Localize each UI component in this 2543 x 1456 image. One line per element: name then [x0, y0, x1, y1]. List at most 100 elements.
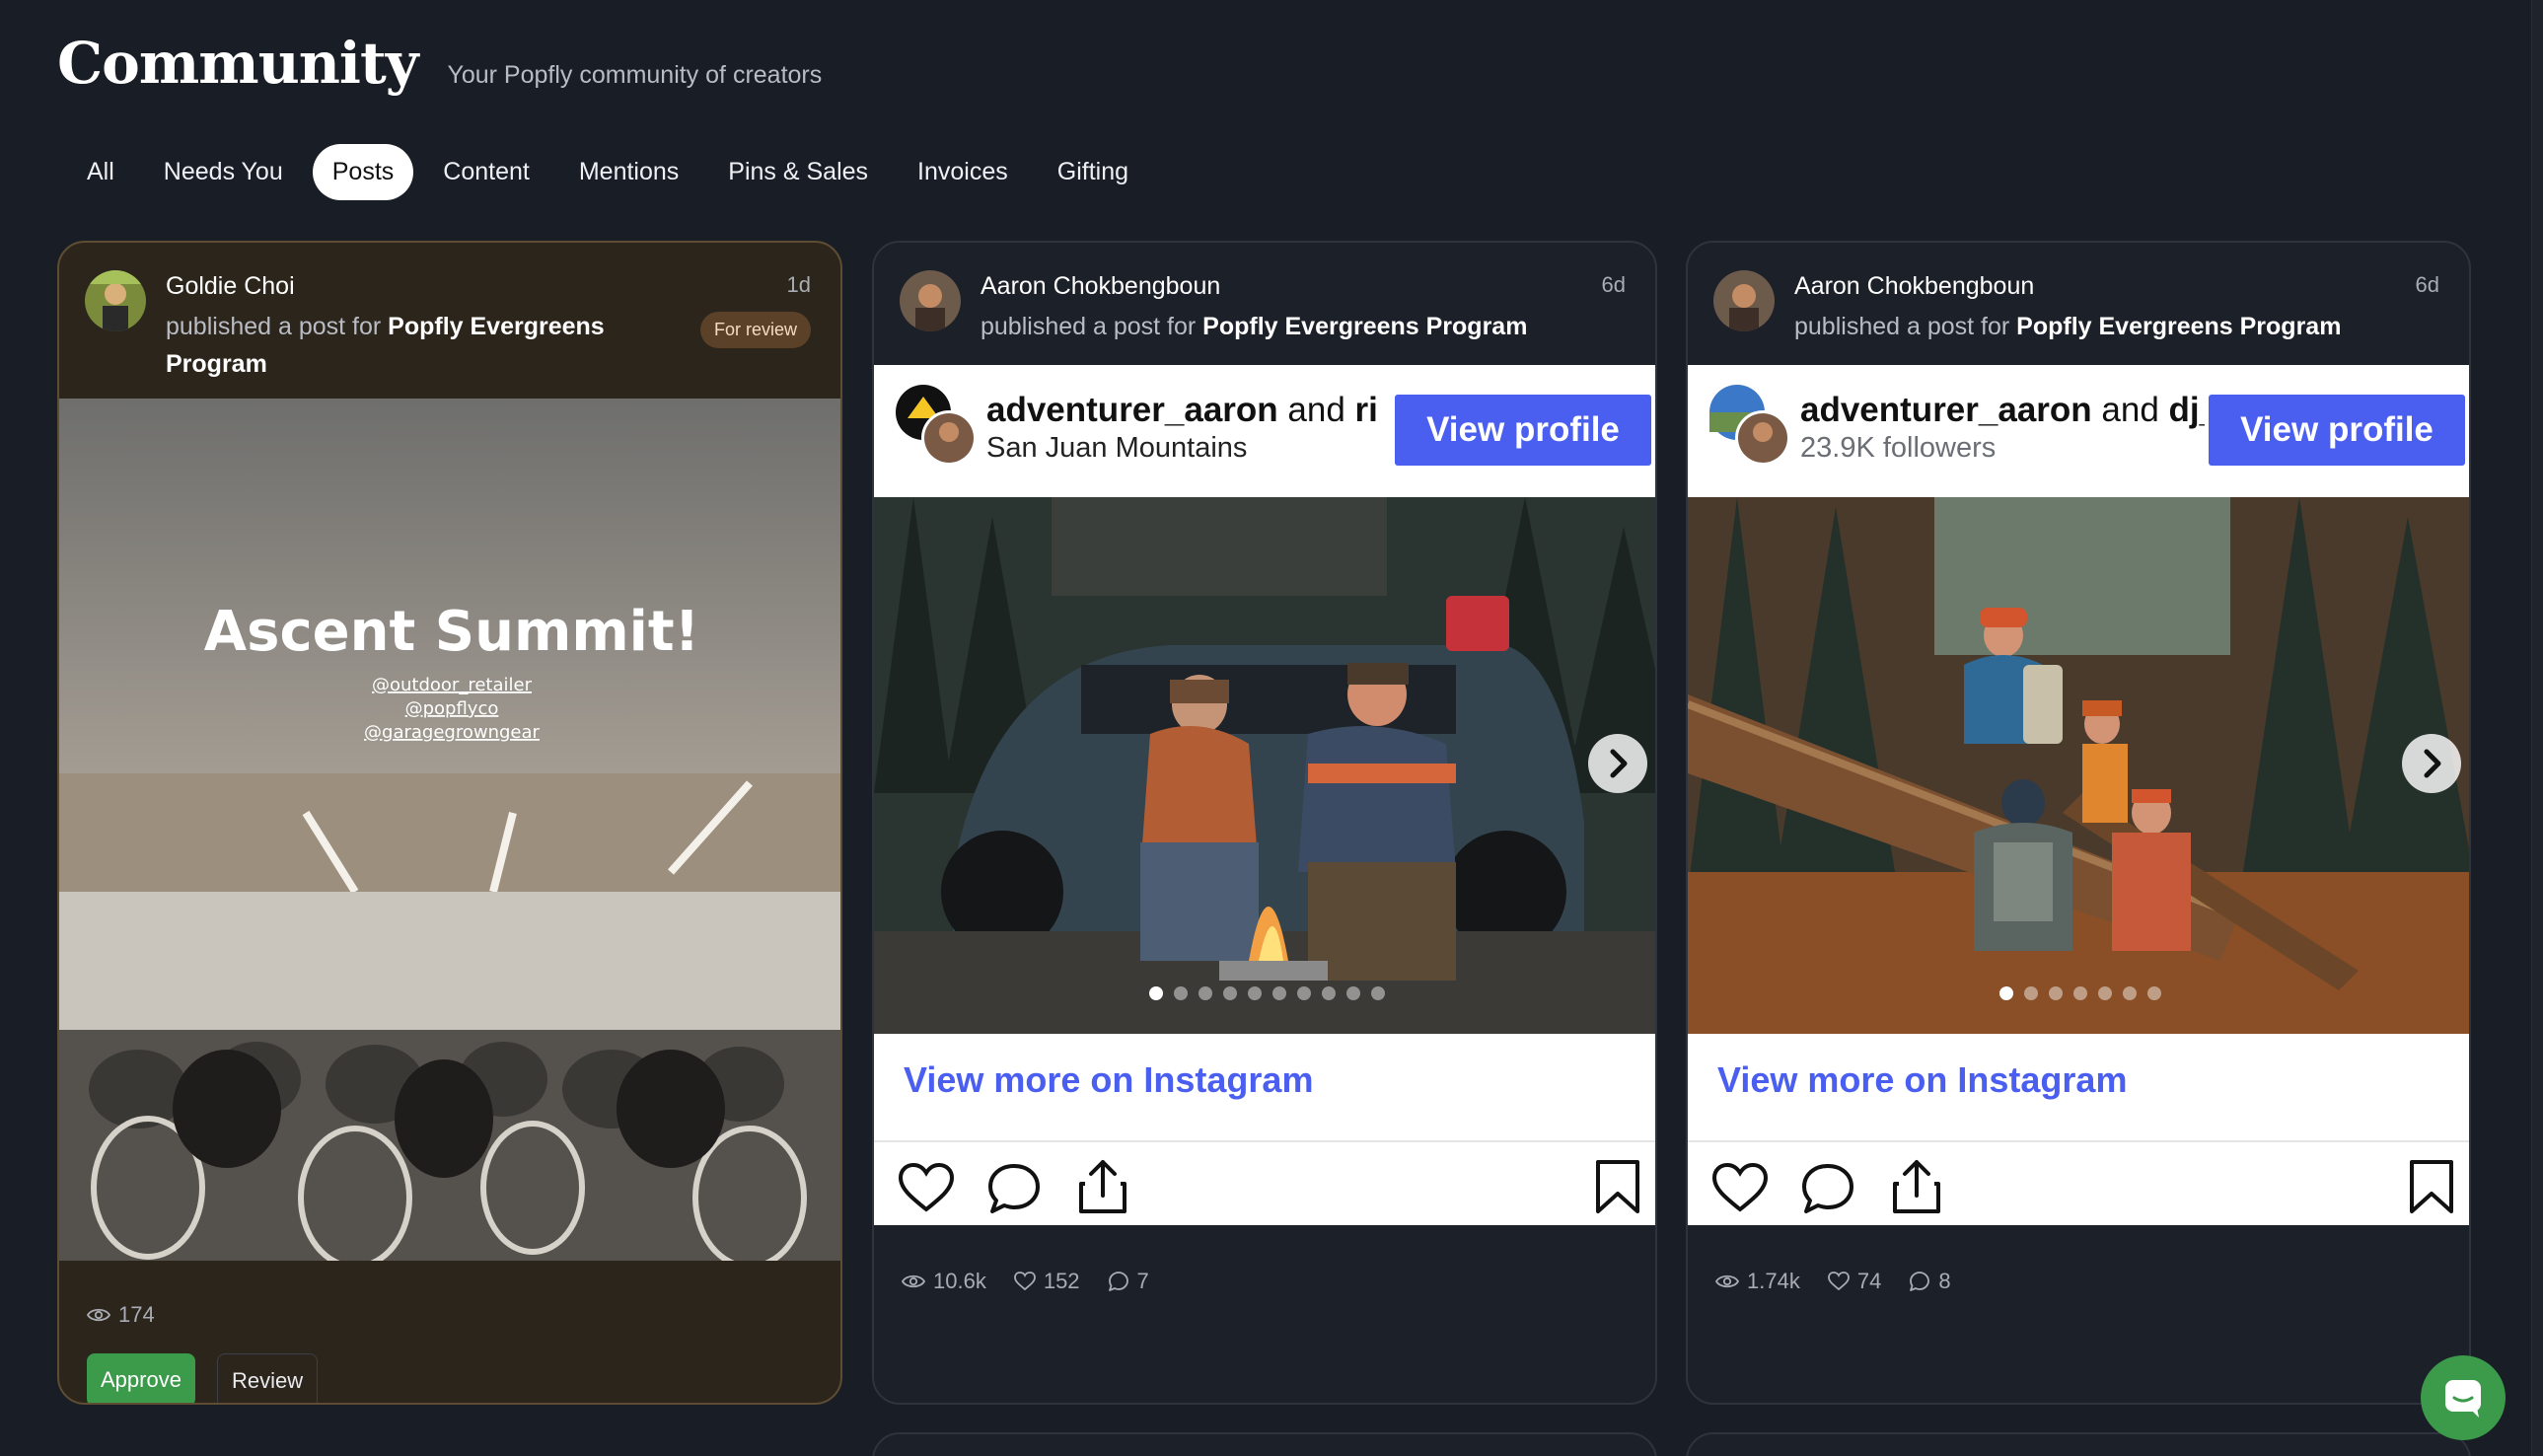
carousel-dot[interactable]	[1198, 986, 1212, 1000]
heart-icon	[1013, 1272, 1036, 1291]
tab-pins-sales[interactable]: Pins & Sales	[708, 144, 888, 200]
action-prefix: published a post for	[1794, 313, 2010, 340]
carousel-dot[interactable]	[1370, 986, 1385, 1000]
post-card-goldie[interactable]: Goldie Choi published a post for Popfly …	[57, 241, 842, 1405]
approve-button[interactable]: Approve	[87, 1353, 195, 1403]
comment-icon[interactable]	[986, 1162, 1042, 1215]
and-text: and	[1287, 391, 1345, 429]
likes-stat: 152	[1013, 1269, 1080, 1294]
story-headline: Ascent Summit!	[204, 600, 699, 664]
tab-needs-you[interactable]: Needs You	[144, 144, 303, 200]
instagram-embed[interactable]: adventurer_aaron and dj_ 23.9K followers…	[1688, 365, 2469, 1225]
carousel-dot[interactable]	[2073, 986, 2087, 1000]
views-count: 174	[118, 1302, 155, 1327]
views-stat: 10.6k	[902, 1269, 986, 1294]
page-scrollbar[interactable]	[2531, 0, 2543, 1456]
bookmark-icon[interactable]	[1594, 1158, 1641, 1215]
views-count: 1.74k	[1747, 1269, 1800, 1293]
instagram-embed[interactable]: adventurer_aaron and ri San Juan Mountai…	[874, 365, 1655, 1225]
comments-stat: 8	[1909, 1269, 1951, 1294]
embed-divider	[874, 1140, 1655, 1142]
tab-invoices[interactable]: Invoices	[898, 144, 1028, 200]
carousel-dot[interactable]	[1296, 986, 1311, 1000]
next-slide-button[interactable]	[2402, 734, 2461, 793]
carousel-dot[interactable]	[1148, 986, 1163, 1000]
view-profile-button[interactable]: View profile	[1395, 395, 1651, 466]
view-more-link[interactable]: View more on Instagram	[904, 1059, 1313, 1101]
likes-count: 74	[1856, 1269, 1882, 1293]
carousel-dot[interactable]	[1345, 986, 1360, 1000]
coauthor-avatars[interactable]	[894, 383, 977, 466]
embed-location: San Juan Mountains	[986, 432, 1248, 464]
carousel-dot[interactable]	[1173, 986, 1188, 1000]
story-image[interactable]: Ascent Summit! @outdoor_retailer @popfly…	[59, 399, 840, 1261]
carousel-dot[interactable]	[2147, 986, 2161, 1000]
carousel-dot[interactable]	[2024, 986, 2038, 1000]
post-age: 1d	[786, 272, 811, 297]
program-name: Popfly Evergreens Program	[2016, 313, 2342, 340]
coauthor-avatars[interactable]	[1707, 383, 1790, 466]
next-slide-button[interactable]	[1588, 734, 1647, 793]
creator-name[interactable]: Aaron Chokbengboun	[981, 272, 1220, 301]
bookmark-icon[interactable]	[2408, 1158, 2455, 1215]
tab-gifting[interactable]: Gifting	[1038, 144, 1148, 200]
views-count: 10.6k	[933, 1269, 986, 1293]
page-subtitle: Your Popfly community of creators	[447, 61, 823, 89]
comments-stat: 7	[1108, 1269, 1149, 1294]
tab-content[interactable]: Content	[423, 144, 549, 200]
tab-posts[interactable]: Posts	[312, 144, 414, 200]
post-action: published a post for Popfly Evergreens P…	[981, 308, 1592, 345]
embed-followers: 23.9K followers	[1800, 432, 1997, 464]
post-card-aaron-1[interactable]: Aaron Chokbengboun published a post for …	[872, 241, 1657, 1405]
creator-name[interactable]: Aaron Chokbengboun	[1794, 272, 2034, 301]
carousel-dot[interactable]	[1321, 986, 1336, 1000]
page-header: Community Your Popfly community of creat…	[57, 30, 822, 97]
avatar[interactable]	[85, 270, 146, 331]
embed-handle[interactable]: adventurer_aaron and ri	[986, 391, 1391, 430]
post-photo[interactable]	[874, 497, 1655, 1034]
review-button[interactable]: Review	[217, 1353, 319, 1403]
post-card-next[interactable]	[872, 1432, 1657, 1456]
creator-name[interactable]: Goldie Choi	[166, 272, 295, 301]
view-profile-button[interactable]: View profile	[2209, 395, 2465, 466]
likes-stat: 74	[1827, 1269, 1882, 1294]
coauthor-text: ri	[1354, 391, 1378, 429]
post-action: published a post for Popfly Evergreens P…	[1794, 308, 2406, 345]
chevron-right-icon	[1610, 749, 1628, 778]
carousel-dots	[1688, 986, 2469, 1000]
post-card-aaron-2[interactable]: Aaron Chokbengboun published a post for …	[1686, 241, 2471, 1405]
post-action: published a post for Popfly Evergreens P…	[166, 308, 679, 383]
heart-icon[interactable]	[1711, 1162, 1769, 1213]
and-text: and	[2101, 391, 2159, 429]
carousel-dot[interactable]	[2049, 986, 2063, 1000]
carousel-dot[interactable]	[1999, 986, 2013, 1000]
comment-icon[interactable]	[1800, 1162, 1855, 1215]
embed-actions	[874, 1148, 1655, 1223]
heart-icon[interactable]	[898, 1162, 955, 1213]
carousel-dot[interactable]	[2123, 986, 2137, 1000]
eye-icon	[1715, 1274, 1739, 1288]
share-icon[interactable]	[1075, 1156, 1130, 1215]
carousel-dot[interactable]	[1247, 986, 1262, 1000]
views-stat: 174	[87, 1302, 155, 1328]
view-more-link[interactable]: View more on Instagram	[1717, 1059, 2127, 1101]
likes-count: 152	[1043, 1269, 1080, 1293]
handle-text: adventurer_aaron	[1800, 391, 2092, 429]
avatar[interactable]	[1713, 270, 1775, 331]
eye-icon	[87, 1308, 110, 1322]
card-header: Aaron Chokbengboun published a post for …	[874, 243, 1655, 367]
tab-all[interactable]: All	[67, 144, 134, 200]
post-card-next[interactable]	[1686, 1432, 2471, 1456]
carousel-dot[interactable]	[1272, 986, 1286, 1000]
chat-button[interactable]	[2421, 1355, 2506, 1440]
carousel-dots	[874, 986, 1655, 1000]
post-photo[interactable]	[1688, 497, 2469, 1034]
embed-handle[interactable]: adventurer_aaron and dj_	[1800, 391, 2205, 430]
views-stat: 1.74k	[1715, 1269, 1800, 1294]
comment-icon	[1910, 1272, 1930, 1291]
carousel-dot[interactable]	[1222, 986, 1237, 1000]
avatar[interactable]	[900, 270, 961, 331]
tab-mentions[interactable]: Mentions	[559, 144, 698, 200]
share-icon[interactable]	[1889, 1156, 1944, 1215]
carousel-dot[interactable]	[2098, 986, 2112, 1000]
